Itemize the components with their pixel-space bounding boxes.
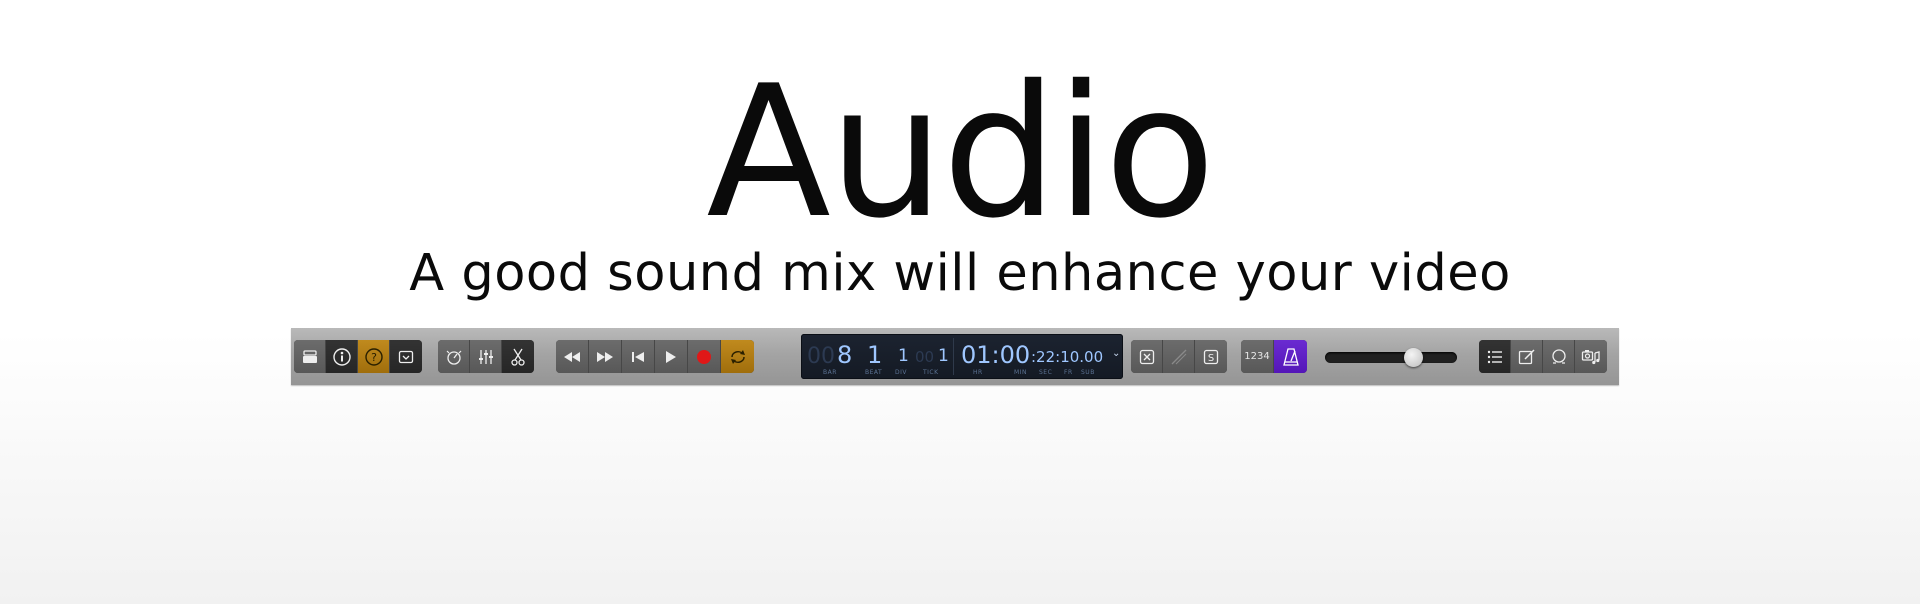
smart-controls-icon	[446, 350, 461, 365]
solo-icon: S	[1203, 349, 1219, 364]
cycle-icon	[730, 349, 745, 364]
replace-button[interactable]	[1131, 340, 1163, 373]
master-volume-slider[interactable]	[1325, 348, 1457, 367]
div-value: 1	[898, 346, 909, 366]
page-subtitle: A good sound mix will enhance your video	[409, 244, 1511, 303]
count-in-button[interactable]: 1234	[1241, 340, 1274, 373]
mixer-button[interactable]	[470, 340, 502, 373]
div-label: DIV	[895, 369, 907, 376]
play-button[interactable]	[655, 340, 688, 373]
page-title: Audio	[706, 46, 1215, 258]
bar-label: BAR	[823, 369, 837, 376]
list-editors-icon	[1487, 350, 1502, 363]
loop-browser-icon	[1551, 348, 1566, 364]
info-icon	[332, 347, 351, 366]
bar-prefix: 00	[807, 344, 835, 369]
replace-icon	[1139, 349, 1154, 364]
toolbar-icon	[398, 350, 414, 363]
media-browser-icon	[1581, 349, 1600, 364]
cycle-button[interactable]	[721, 340, 754, 373]
quick-help-button[interactable]: ?	[358, 340, 390, 373]
master-volume-knob[interactable]	[1404, 348, 1423, 367]
tick-label: TICK	[923, 369, 939, 376]
editors-scissors-icon	[511, 348, 525, 366]
note-pad-button[interactable]	[1511, 340, 1543, 373]
tuning-icon	[1171, 349, 1186, 364]
lcd-dropdown-chevron-icon[interactable]: ⌄	[1112, 349, 1120, 359]
toolbar-button[interactable]	[390, 340, 422, 373]
tuning-button[interactable]	[1163, 340, 1195, 373]
quick-help-icon: ?	[364, 347, 383, 366]
count-in-group: 1234	[1241, 340, 1307, 373]
go-to-beginning-button[interactable]	[622, 340, 655, 373]
bar-value: 8	[837, 341, 853, 369]
metronome-button[interactable]	[1274, 340, 1307, 373]
go-to-beginning-icon	[632, 351, 644, 362]
inspector-button[interactable]	[326, 340, 358, 373]
control-bar: ? 00 8 1 1 00 1 01:00:22:10.00 ⌄ BAR BE…	[291, 328, 1619, 385]
beat-label: BEAT	[865, 369, 883, 376]
sub-label: SUB	[1081, 369, 1095, 376]
rewind-button[interactable]	[556, 340, 589, 373]
lcd-display[interactable]: 00 8 1 1 00 1 01:00 :22:10.00 ⌄ BAR BEAT…	[801, 334, 1123, 379]
list-editors-button[interactable]	[1479, 340, 1511, 373]
smart-controls-button[interactable]	[438, 340, 470, 373]
tick-value: 1	[938, 346, 949, 366]
record-icon	[697, 349, 711, 364]
fast-forward-icon	[597, 351, 613, 362]
lcd-divider	[953, 338, 954, 375]
note-pad-icon	[1518, 348, 1535, 364]
sec-label: SEC	[1039, 369, 1053, 376]
loop-browser-button[interactable]	[1543, 340, 1575, 373]
fr-label: FR	[1064, 369, 1073, 376]
svg-text:S: S	[1208, 353, 1214, 364]
mode-buttons-group: S	[1131, 340, 1227, 373]
editors-button[interactable]	[502, 340, 534, 373]
record-button[interactable]	[688, 340, 721, 373]
transport-group	[556, 340, 754, 373]
hr-label: HR	[973, 369, 983, 376]
tick-prefix: 00	[915, 348, 935, 366]
library-icon	[302, 349, 317, 363]
count-in-label: 1234	[1244, 351, 1270, 362]
view-buttons-group: ?	[294, 340, 422, 373]
solo-button[interactable]: S	[1195, 340, 1227, 373]
rewind-icon	[564, 351, 580, 362]
mixer-icon	[478, 349, 493, 364]
browser-buttons-group	[1479, 340, 1607, 373]
beat-value: 1	[867, 341, 883, 369]
svg-text:?: ?	[371, 351, 377, 364]
fast-forward-button[interactable]	[589, 340, 622, 373]
window-buttons-group	[438, 340, 534, 373]
play-icon	[666, 350, 676, 363]
min-label: MIN	[1014, 369, 1027, 376]
library-button[interactable]	[294, 340, 326, 373]
metronome-icon	[1282, 347, 1299, 366]
time-sec-fr-sub: :22:10.00	[1031, 348, 1104, 366]
media-browser-button[interactable]	[1575, 340, 1607, 373]
time-hr-min: 01:00	[961, 341, 1031, 369]
